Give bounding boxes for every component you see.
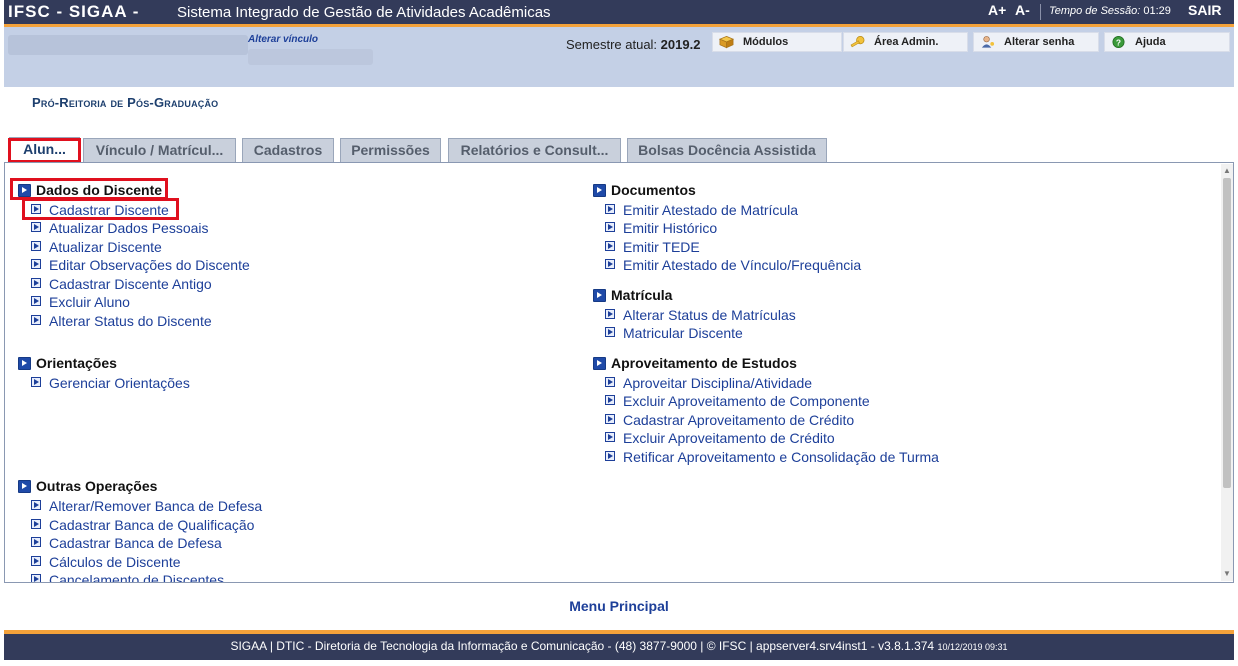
ajuda-button[interactable]: ? Ajuda [1104,32,1230,52]
cube-icon [719,35,734,49]
link-cadastrar-aproveitamento-credito[interactable]: Cadastrar Aproveitamento de Crédito [623,412,854,428]
panel-scrollbar[interactable]: ▲ ▼ [1221,164,1233,581]
scrollbar-thumb[interactable] [1223,178,1231,488]
item-arrow-icon [31,500,41,510]
item-arrow-icon [605,241,615,251]
link-cadastrar-banca-qualificacao[interactable]: Cadastrar Banca de Qualificação [49,517,254,533]
scroll-up-arrow-icon[interactable]: ▲ [1223,166,1231,175]
section-icon [593,184,606,197]
font-increase-button[interactable]: A+ [988,2,1006,18]
link-atestado-vinculo[interactable]: Emitir Atestado de Vínculo/Frequência [623,257,861,273]
svg-text:?: ? [1116,37,1121,47]
link-cadastrar-banca-defesa[interactable]: Cadastrar Banca de Defesa [49,535,222,551]
tab-vinculo-matricula[interactable]: Vínculo / Matrícul... [83,138,236,162]
app-brand: IFSC - SIGAA - [8,2,140,21]
app-subtitle: Sistema Integrado de Gestão de Atividade… [177,4,551,21]
alterar-vinculo-link[interactable]: Alterar vínculo [248,34,318,45]
item-arrow-icon [31,377,41,387]
item-arrow-icon [605,222,615,232]
help-icon: ? [1112,36,1125,48]
link-emitir-historico[interactable]: Emitir Histórico [623,220,717,236]
item-arrow-icon [605,259,615,269]
item-arrow-icon [31,315,41,325]
group-title-orientacoes: Orientações [36,355,117,371]
footer-text: SIGAA | DTIC - Diretoria de Tecnologia d… [230,639,935,653]
item-arrow-icon [605,414,615,424]
item-arrow-icon [605,395,615,405]
item-arrow-icon [31,296,41,306]
group-title-outras-operacoes: Outras Operações [36,478,158,494]
modulos-button[interactable]: Módulos [712,32,842,52]
item-arrow-icon [31,519,41,529]
section-icon [593,357,606,370]
tab-cadastros[interactable]: Cadastros [242,138,334,162]
page-footer: SIGAA | DTIC - Diretoria de Tecnologia d… [4,630,1234,660]
footer-timestamp: 10/12/2019 09:31 [937,642,1008,652]
link-retificar-aproveitamento[interactable]: Retificar Aproveitamento e Consolidação … [623,449,939,465]
item-arrow-icon [605,432,615,442]
item-arrow-icon [605,309,615,319]
link-excluir-aproveitamento-credito[interactable]: Excluir Aproveitamento de Crédito [623,430,835,446]
link-alterar-status-matriculas[interactable]: Alterar Status de Matrículas [623,307,796,323]
item-arrow-icon [31,259,41,269]
link-emitir-tede[interactable]: Emitir TEDE [623,239,700,255]
header-divider [1040,4,1041,20]
link-alterar-remover-banca[interactable]: Alterar/Remover Banca de Defesa [49,498,262,514]
user-info-bar: Alterar vínculo Semestre atual: 2019.2 M… [4,27,1234,87]
link-atualizar-dados-pessoais[interactable]: Atualizar Dados Pessoais [49,220,209,236]
tab-relatorios-consultas[interactable]: Relatórios e Consult... [448,138,621,162]
link-cancelamento-discentes[interactable]: Cancelamento de Discentes [49,572,224,582]
link-excluir-aproveitamento-componente[interactable]: Excluir Aproveitamento de Componente [623,393,870,409]
section-icon [18,480,31,493]
link-atualizar-discente[interactable]: Atualizar Discente [49,239,162,255]
user-unit-redacted [248,49,373,65]
link-calculos-discente[interactable]: Cálculos de Discente [49,554,181,570]
section-icon [593,289,606,302]
logout-button[interactable]: SAIR [1188,2,1221,18]
link-cadastrar-discente-antigo[interactable]: Cadastrar Discente Antigo [49,276,212,292]
item-arrow-icon [31,222,41,232]
scroll-down-arrow-icon[interactable]: ▼ [1223,569,1231,578]
link-editar-observacoes[interactable]: Editar Observações do Discente [49,257,250,273]
item-arrow-icon [605,451,615,461]
tab-permissoes[interactable]: Permissões [340,138,441,162]
top-header-bar: IFSC - SIGAA - Sistema Integrado de Gest… [4,0,1234,27]
item-arrow-icon [605,327,615,337]
font-decrease-button[interactable]: A- [1015,2,1030,18]
user-key-icon [981,36,995,48]
key-icon [850,36,865,48]
user-name-redacted [8,35,248,55]
link-excluir-aluno[interactable]: Excluir Aluno [49,294,130,310]
item-arrow-icon [31,241,41,251]
page-title: Pró-Reitoria de Pós-Graduação [32,95,219,110]
session-timer: Tempo de Sessão: 01:29 [1049,5,1171,17]
alterar-senha-button[interactable]: Alterar senha [973,32,1099,52]
area-admin-button[interactable]: Área Admin. [843,32,968,52]
group-title-aproveitamento: Aproveitamento de Estudos [611,355,797,371]
link-alterar-status-discente[interactable]: Alterar Status do Discente [49,313,212,329]
item-arrow-icon [31,574,41,582]
group-title-documentos: Documentos [611,182,696,198]
item-arrow-icon [31,537,41,547]
link-aproveitar-disciplina[interactable]: Aproveitar Disciplina/Atividade [623,375,812,391]
group-title-matricula: Matrícula [611,287,673,303]
link-matricular-discente[interactable]: Matricular Discente [623,325,743,341]
semestre-atual: Semestre atual: 2019.2 [566,37,701,52]
tab-content-panel: Dados do Discente Cadastrar Discente Atu… [4,162,1234,583]
item-arrow-icon [31,556,41,566]
item-arrow-icon [605,377,615,387]
highlight-box-group [10,178,168,200]
link-gerenciar-orientacoes[interactable]: Gerenciar Orientações [49,375,190,391]
section-icon [18,357,31,370]
menu-principal-link[interactable]: Menu Principal [0,598,1238,614]
tab-bolsas-docencia[interactable]: Bolsas Docência Assistida [627,138,827,162]
item-arrow-icon [605,204,615,214]
highlight-box-item [22,198,179,220]
item-arrow-icon [31,278,41,288]
highlight-box-tab [8,138,81,163]
link-atestado-matricula[interactable]: Emitir Atestado de Matrícula [623,202,798,218]
